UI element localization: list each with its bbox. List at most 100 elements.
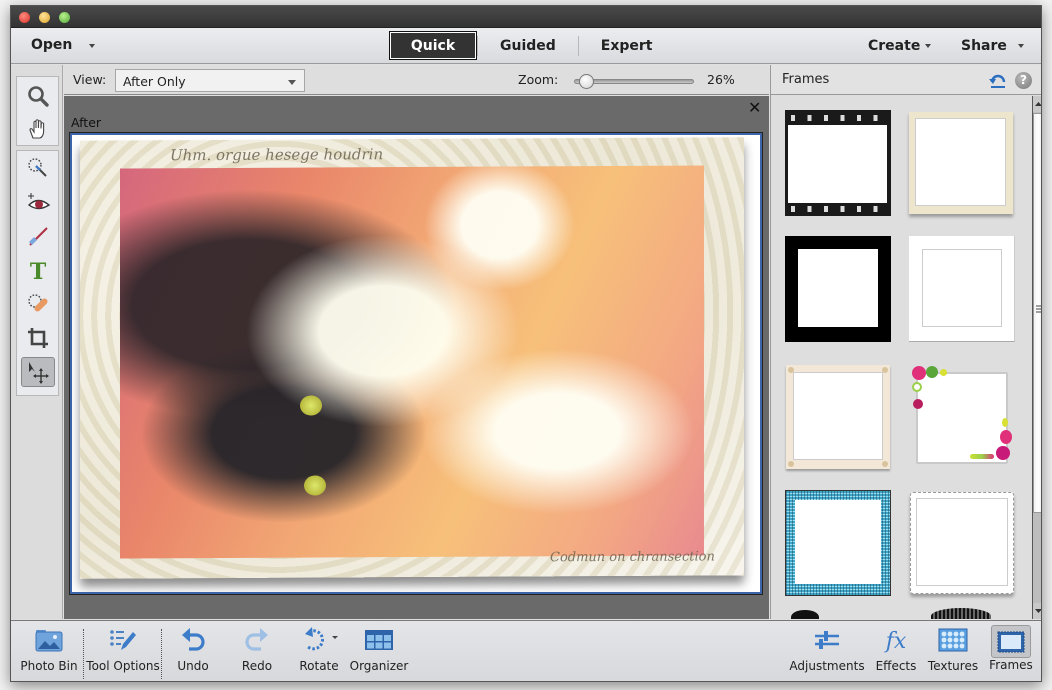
divider <box>83 629 84 679</box>
effects-button[interactable]: fx Effects <box>873 621 919 681</box>
divider <box>161 629 162 679</box>
photo-bin-icon <box>35 630 63 652</box>
textures-button[interactable]: Textures <box>927 621 979 681</box>
zoom-slider[interactable] <box>574 74 694 89</box>
scroll-up-button[interactable] <box>1033 96 1041 112</box>
frames-button[interactable]: Frames <box>987 621 1035 681</box>
frames-icon <box>997 631 1025 652</box>
textures-icon <box>938 628 968 652</box>
undo-label: Undo <box>177 659 209 673</box>
toothbrush-icon <box>29 227 48 246</box>
frames-label: Frames <box>989 658 1033 672</box>
photo-canvas[interactable]: Uhm. orgue hesege houdrin Codmun on chra… <box>69 132 763 595</box>
move-icon <box>29 362 49 384</box>
move-tool[interactable] <box>21 357 55 387</box>
arrow-down-icon <box>1035 609 1041 613</box>
view-label: View: <box>73 72 107 87</box>
effects-label: Effects <box>875 659 917 673</box>
photo-bin-label: Photo Bin <box>20 659 78 673</box>
share-button[interactable]: Share <box>961 38 1007 54</box>
zoom-label: Zoom: <box>518 72 559 87</box>
adjustments-button[interactable]: Adjustments <box>789 621 865 681</box>
reset-icon[interactable] <box>988 71 1008 89</box>
scalloped-stamp-frame[interactable] <box>910 492 1014 594</box>
top-bar: Open Quick Guided Expert Create Share <box>11 28 1041 64</box>
panel-header: Frames ? <box>771 65 1041 95</box>
mode-tabs: Quick Guided Expert <box>389 31 675 60</box>
scroll-thumb[interactable] <box>1033 113 1041 513</box>
redo-icon <box>245 628 268 651</box>
film-strip-frame[interactable] <box>785 110 891 216</box>
applied-frame: Uhm. orgue hesege houdrin Codmun on chra… <box>80 137 744 579</box>
tab-guided[interactable]: Guided <box>478 31 578 60</box>
panel-title: Frames <box>782 72 830 87</box>
redo-button[interactable]: Redo <box>235 621 279 681</box>
bandage-icon <box>28 294 48 312</box>
thick-black-frame[interactable] <box>785 236 891 342</box>
rotate-label: Rotate <box>299 659 339 673</box>
photo-bin-button[interactable]: Photo Bin <box>19 621 79 681</box>
quick-selection-tool[interactable] <box>21 153 55 183</box>
tab-expert[interactable]: Expert <box>579 31 675 60</box>
zoom-slider-thumb[interactable] <box>579 74 594 89</box>
arrow-up-icon <box>1035 102 1041 106</box>
edit-tools-group: T <box>16 150 59 396</box>
cat-eye <box>304 475 326 496</box>
svg-text:fx: fx <box>884 629 907 654</box>
open-dropdown-icon[interactable] <box>89 44 95 48</box>
close-window-button[interactable] <box>19 12 30 23</box>
frames-grid <box>771 96 1031 619</box>
close-icon[interactable]: ✕ <box>748 98 761 117</box>
flower-corner-frame[interactable] <box>910 366 1014 470</box>
organizer-label: Organizer <box>349 659 409 673</box>
title-bar <box>11 6 1041 28</box>
type-tool[interactable]: T <box>21 255 55 285</box>
open-button[interactable]: Open <box>31 37 72 53</box>
create-button[interactable]: Create <box>868 38 920 54</box>
whiten-teeth-tool[interactable] <box>21 221 55 251</box>
hand-tool[interactable] <box>21 114 55 144</box>
effects-icon: fx <box>884 629 907 654</box>
grunge-paper-frame[interactable] <box>909 112 1013 214</box>
create-dropdown-icon[interactable] <box>925 44 931 48</box>
share-dropdown-icon[interactable] <box>1018 44 1024 48</box>
minimize-window-button[interactable] <box>39 12 50 23</box>
rotate-button[interactable]: Rotate <box>295 621 343 681</box>
partial-frame-thumb[interactable] <box>931 608 991 619</box>
magnifier-icon <box>28 86 49 107</box>
adjustments-icon <box>815 631 839 649</box>
spot-healing-tool[interactable] <box>21 289 55 319</box>
tab-quick[interactable]: Quick <box>389 31 477 60</box>
eye-icon <box>27 193 51 210</box>
zoom-tool[interactable] <box>21 81 55 111</box>
panel-scrollbar[interactable] <box>1032 96 1041 619</box>
cat-photo <box>120 165 704 559</box>
red-eye-tool[interactable] <box>21 187 55 217</box>
scroll-down-button[interactable] <box>1033 603 1041 619</box>
app-window: Open Quick Guided Expert Create Share T … <box>10 5 1042 682</box>
help-icon[interactable]: ? <box>1015 72 1032 89</box>
crop-tool[interactable] <box>21 323 55 353</box>
adjustments-label: Adjustments <box>789 659 865 673</box>
white-mat-frame[interactable] <box>909 236 1015 342</box>
blue-plaid-frame[interactable] <box>785 490 891 596</box>
zoom-window-button[interactable] <box>59 12 70 23</box>
view-select[interactable]: After Only <box>115 69 305 92</box>
type-icon: T <box>30 259 47 282</box>
partial-frame-thumb[interactable] <box>791 610 819 619</box>
tool-options-button[interactable]: Tool Options <box>85 621 161 681</box>
undo-button[interactable]: Undo <box>171 621 215 681</box>
redo-label: Redo <box>241 659 273 673</box>
grip-icon <box>1036 305 1041 313</box>
organizer-button[interactable]: Organizer <box>349 621 409 681</box>
cat-eye <box>300 395 322 416</box>
frame-handwriting-top: Uhm. orgue hesege houdrin <box>170 145 384 165</box>
quick-selection-icon <box>28 158 47 177</box>
frames-panel: Frames ? <box>770 65 1041 619</box>
zoom-value: 26% <box>707 72 735 87</box>
tool-options-icon <box>110 630 136 650</box>
bottom-bar: Photo Bin Tool Options Undo Redo Rotate … <box>11 620 1041 681</box>
pinned-cream-frame[interactable] <box>786 365 890 469</box>
view-tools-group <box>16 76 59 146</box>
after-label: After <box>71 115 102 130</box>
